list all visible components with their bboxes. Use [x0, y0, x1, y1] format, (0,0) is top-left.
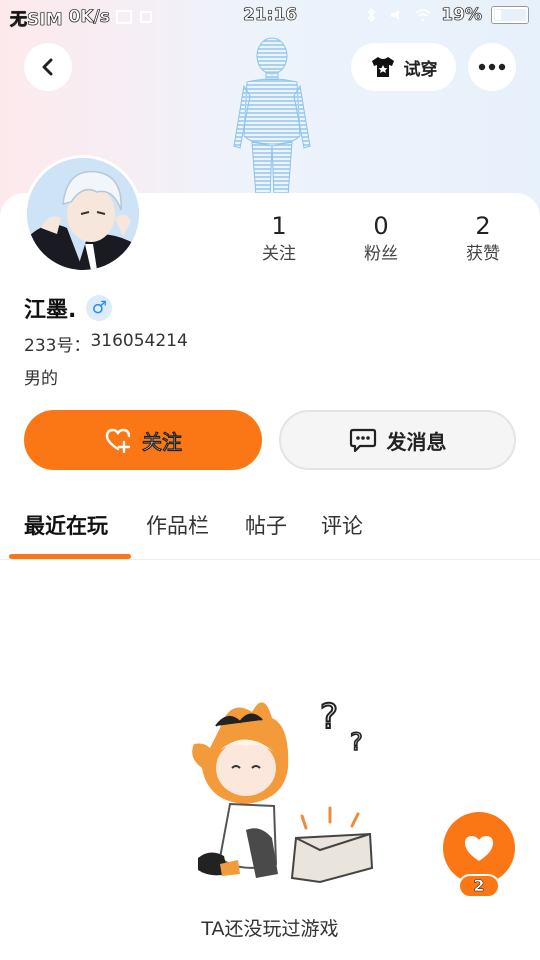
heart-icon	[465, 836, 493, 861]
user-id-row[interactable]: 233号： 316054214	[24, 331, 188, 356]
network-speed-text: 0K/s	[68, 7, 110, 28]
gallery-notification-icon	[115, 10, 132, 24]
chat-bubble-icon	[349, 428, 376, 453]
stat-likes-value: 2	[475, 212, 491, 240]
clock-text: 21:16	[243, 5, 298, 26]
username-row: 江墨. ♂	[24, 292, 113, 324]
battery-icon	[492, 7, 528, 23]
follow-button[interactable]: 关注	[24, 410, 262, 470]
like-count-badge: 2	[458, 874, 500, 898]
male-gender-icon: ♂	[86, 295, 113, 321]
try-on-button[interactable]: 试穿	[351, 43, 456, 91]
active-tab-indicator	[9, 554, 131, 559]
heart-plus-icon	[105, 428, 131, 453]
stat-followers[interactable]: 0 粉丝	[341, 210, 421, 266]
user-bio: 男的	[24, 369, 58, 389]
wifi-icon	[415, 9, 431, 22]
send-message-button[interactable]: 发消息	[279, 410, 516, 470]
avatar-figure-silhouette	[233, 37, 311, 196]
svg-text:?: ?	[320, 697, 338, 737]
user-id-label: 233号：	[24, 336, 91, 356]
chevron-left-icon	[42, 58, 53, 76]
svg-text:?: ?	[350, 728, 363, 756]
empty-state-illustration: ? ?	[192, 696, 374, 884]
status-bar: 无SIM 0K/s 21:16 19%	[0, 0, 540, 34]
carrier-text: 无SIM	[10, 9, 63, 30]
tab-recently-played[interactable]: 最近在玩	[24, 510, 108, 540]
back-button[interactable]	[24, 43, 72, 91]
profile-tabs: 最近在玩 作品栏 帖子 评论	[0, 500, 540, 560]
bluetooth-icon	[367, 8, 376, 22]
stat-likes-label: 获赞	[466, 244, 500, 264]
tab-works[interactable]: 作品栏	[146, 510, 209, 540]
stat-followers-value: 0	[373, 212, 389, 240]
battery-percent-text: 19%	[441, 5, 482, 26]
stat-following-value: 1	[271, 212, 287, 240]
tab-posts[interactable]: 帖子	[245, 510, 287, 540]
stat-likes[interactable]: 2 获赞	[443, 210, 523, 266]
more-dots-icon	[478, 63, 506, 71]
stat-followers-label: 粉丝	[364, 244, 398, 264]
stat-following-label: 关注	[262, 244, 296, 264]
more-options-button[interactable]	[468, 43, 516, 91]
try-on-label: 试穿	[403, 59, 438, 80]
username: 江墨.	[24, 298, 77, 323]
mute-icon	[391, 10, 400, 20]
profile-stats: 1 关注 0 粉丝 2 获赞	[0, 210, 540, 270]
app-notification-icon	[139, 11, 152, 23]
user-id-value: 316054214	[90, 331, 188, 351]
tshirt-icon	[371, 57, 394, 77]
send-message-label: 发消息	[386, 429, 447, 454]
tab-comments[interactable]: 评论	[321, 510, 363, 540]
stat-following[interactable]: 1 关注	[239, 210, 319, 266]
follow-label: 关注	[142, 429, 183, 454]
empty-state-text: TA还没玩过游戏	[201, 918, 339, 940]
